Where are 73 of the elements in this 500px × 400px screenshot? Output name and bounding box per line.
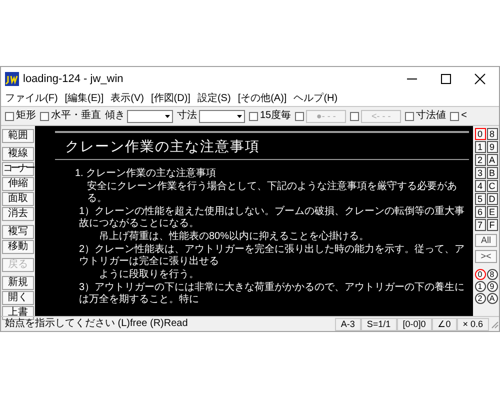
drawing-text: 3）アウトリガーの下には非常に大きな荷重がかかるので、アウトリガーの下の養生には万全を期すること。特に	[78, 282, 466, 306]
drawing-text: 2）クレーン性能表は、アウトリガーを完全に張り出した時の能力を示す。従って、アウトリガーは完全に張り出せる	[78, 244, 466, 268]
drawing-title: クレーン作業の主な注意事項	[65, 138, 261, 154]
layer-button[interactable]: 3	[474, 167, 486, 179]
status-field: × 0.6	[456, 318, 489, 330]
menu-item[interactable]: ファイル(F)	[5, 94, 58, 104]
drawing-text: 吊上げ荷重は、性能表の80%以内に抑えることを心掛ける。	[98, 231, 370, 243]
status-field: [0-0]0	[396, 318, 432, 330]
checkbox-label: <	[461, 111, 467, 121]
layer-button[interactable]: B	[486, 167, 498, 179]
checkbox[interactable]	[5, 112, 14, 120]
menu-item[interactable]: [作図(D)]	[151, 94, 190, 104]
layer-button[interactable]: 0	[474, 128, 486, 140]
tool-button[interactable]: 複線	[2, 147, 34, 161]
layer-group-button[interactable]: 9	[486, 281, 498, 292]
layer-button[interactable]: 2	[474, 154, 486, 166]
drawing-text: 1）クレーンの性能を超えた使用はしない。ブームの破損、クレーンの転倒等の重大事故につながることになる。	[78, 206, 466, 230]
tool-button[interactable]: コーナー	[2, 162, 34, 176]
drawing-text: 1. クレーン作業の主な注意事項	[74, 168, 218, 180]
layer-group-button[interactable]: 8	[486, 269, 498, 280]
tool-button[interactable]: 開く	[2, 291, 34, 305]
checkbox-label: 15度毎	[260, 111, 292, 121]
dropdown-field[interactable]	[199, 110, 245, 122]
tool-button[interactable]: 複写	[2, 225, 34, 239]
drawing-text: ように段取りを行う。	[98, 269, 200, 281]
layer-button[interactable]: A	[486, 154, 498, 166]
checkbox[interactable]	[450, 112, 460, 120]
checkbox[interactable]	[40, 112, 49, 120]
checkbox[interactable]	[249, 112, 258, 120]
field-label: 寸法	[177, 111, 197, 121]
layer-button[interactable]: 7	[474, 219, 486, 231]
checkbox[interactable]	[405, 112, 414, 120]
status-message: 始点を指示してください (L)free (R)Read	[5, 319, 189, 329]
layer-button[interactable]: D	[486, 193, 498, 205]
tool-button[interactable]: 移動	[2, 240, 34, 254]
checkbox-label: 矩形	[16, 111, 36, 121]
layer-button[interactable]: F	[486, 219, 498, 231]
layer-group-button[interactable]: 0	[474, 269, 486, 280]
status-field: ∠0	[432, 318, 457, 330]
layer-button[interactable]: ><	[475, 250, 497, 263]
field-label: 傾き	[105, 111, 125, 121]
tool-button[interactable]: 消去	[2, 207, 34, 221]
layer-button[interactable]: 5	[474, 193, 486, 205]
menu-item[interactable]: ヘルプ(H)	[294, 94, 338, 104]
layer-button[interactable]: 8	[486, 128, 498, 140]
menu-item[interactable]: [編集(E)]	[64, 94, 104, 104]
layer-button[interactable]: C	[486, 180, 498, 192]
window-title: loading-124 - jw_win	[23, 72, 124, 87]
tool-button[interactable]: 面取	[2, 192, 34, 206]
layer-button[interactable]: 1	[474, 141, 486, 153]
status-field: A-3	[334, 318, 361, 330]
resize-grip-icon[interactable]	[489, 319, 499, 329]
tool-button[interactable]: 新規	[2, 276, 34, 290]
checkbox-label: 寸法値	[416, 111, 446, 121]
layer-button[interactable]: All	[475, 234, 497, 247]
layer-button[interactable]: 6	[474, 206, 486, 218]
drawing-text: 安全にクレーン作業を行う場合として、下記のような注意事項を厳守する必要がある。	[86, 181, 458, 205]
tool-button[interactable]: 範囲	[2, 129, 34, 143]
drawing-canvas[interactable]	[35, 126, 473, 316]
layer-group-button[interactable]: 1	[474, 281, 486, 292]
app-logo-icon	[5, 72, 19, 86]
menu-item[interactable]: [その他(A)]	[238, 94, 287, 104]
layer-button[interactable]: E	[486, 206, 498, 218]
status-field: S=1/1	[360, 318, 397, 330]
menu-item[interactable]: 表示(V)	[110, 94, 144, 104]
dropdown-field[interactable]	[127, 110, 173, 122]
layer-group-button[interactable]: 2	[474, 293, 486, 304]
checkbox-label: 水平・垂直	[51, 111, 101, 121]
menu-item[interactable]: 設定(S)	[197, 94, 231, 104]
layer-button[interactable]: 9	[486, 141, 498, 153]
layer-button[interactable]: 4	[474, 180, 486, 192]
tool-button[interactable]: 伸縮	[2, 177, 34, 191]
layer-group-button[interactable]: A	[486, 293, 498, 304]
